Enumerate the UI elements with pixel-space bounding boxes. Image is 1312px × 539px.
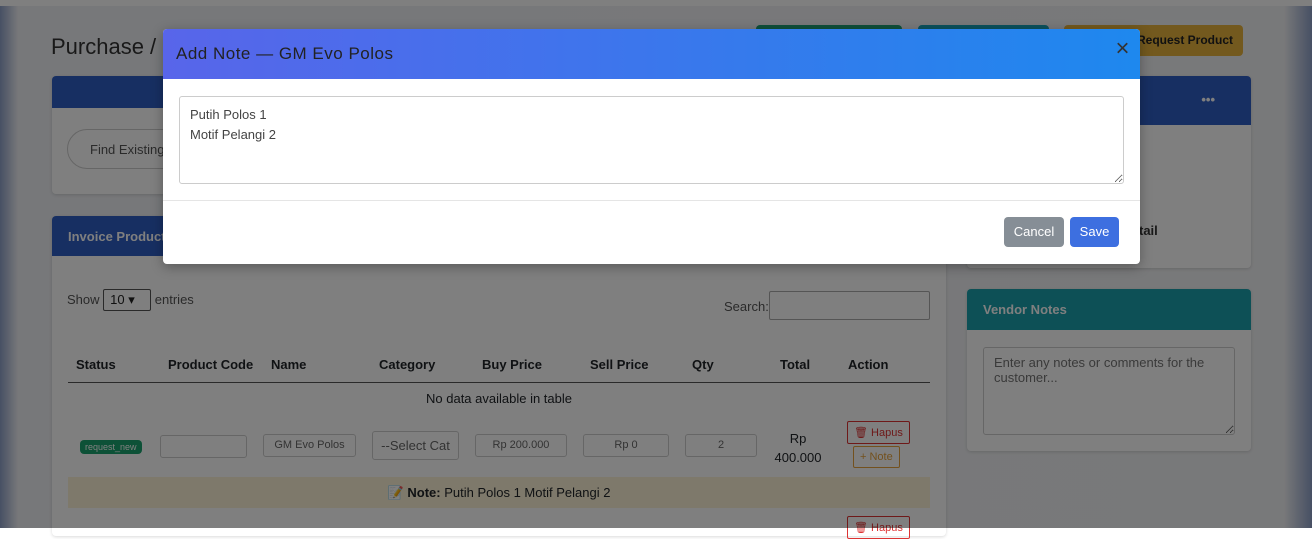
- cancel-button[interactable]: Cancel: [1004, 217, 1064, 247]
- modal-title: Add Note — GM Evo Polos: [176, 44, 394, 63]
- modal-header: Add Note — GM Evo Polos ×: [163, 29, 1140, 79]
- modal-divider: [163, 200, 1140, 201]
- add-note-modal: Add Note — GM Evo Polos × Putih Polos 1 …: [163, 29, 1140, 264]
- save-button[interactable]: Save: [1070, 217, 1119, 247]
- note-textarea[interactable]: Putih Polos 1 Motif Pelangi 2: [179, 96, 1124, 184]
- close-icon[interactable]: ×: [1115, 35, 1130, 63]
